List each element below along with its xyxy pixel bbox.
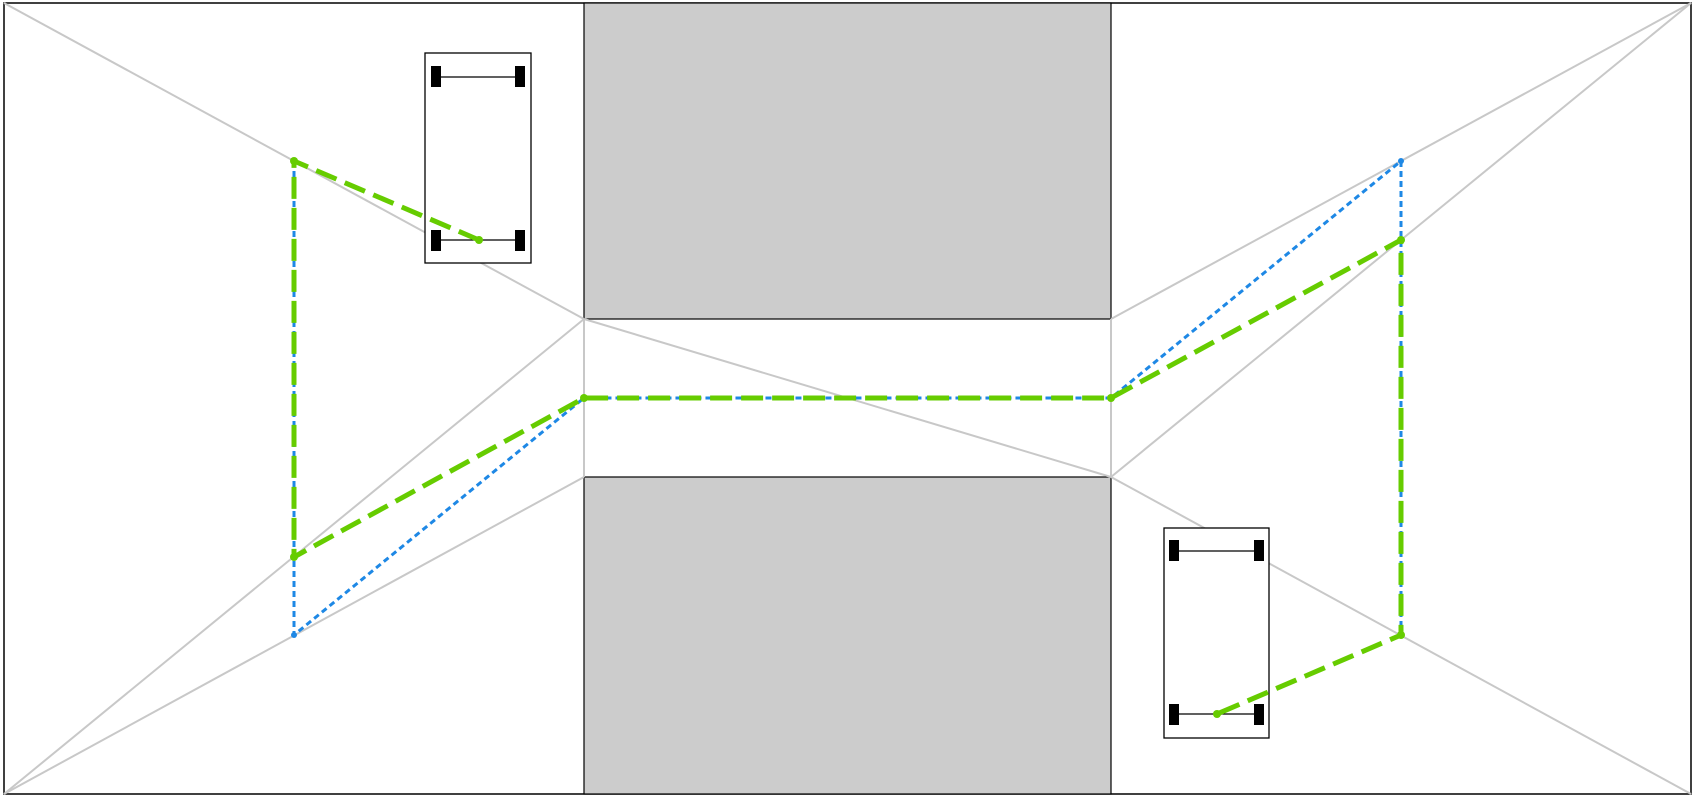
obstacle-bottom [583, 476, 1112, 795]
path-node [291, 632, 297, 638]
robot-wheel [1169, 704, 1179, 725]
path-node [1397, 236, 1405, 244]
robot-goal [1163, 527, 1270, 739]
path-node [290, 553, 298, 561]
robot-wheel [1254, 704, 1264, 725]
robot-wheel [515, 66, 525, 87]
path-node [1398, 158, 1404, 164]
path-planning-diagram [0, 0, 1697, 799]
path-node [1213, 710, 1221, 718]
robot-wheel [1254, 540, 1264, 561]
robot-wheel [431, 230, 441, 251]
obstacle-top [583, 2, 1112, 320]
diagram-canvas [3, 2, 1692, 795]
path-node [580, 394, 588, 402]
path-node [1397, 631, 1405, 639]
path-node [290, 157, 298, 165]
robot-body [1163, 527, 1270, 739]
robot-wheel [515, 230, 525, 251]
path-node [475, 236, 483, 244]
robot-start [424, 52, 532, 264]
robot-wheel [1169, 540, 1179, 561]
path-node [1107, 394, 1115, 402]
robot-wheel [431, 66, 441, 87]
